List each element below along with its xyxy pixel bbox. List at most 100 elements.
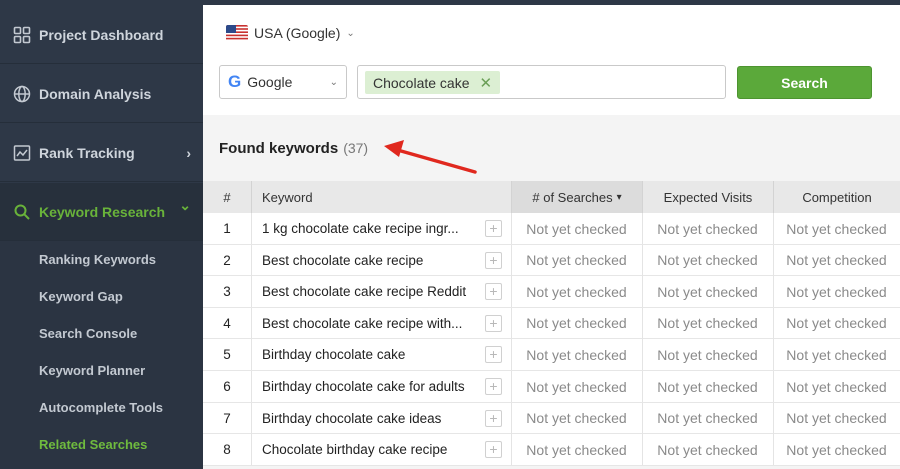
table-row[interactable]: 5 Birthday chocolate cake + Not yet checked… (203, 339, 900, 371)
submenu-autocomplete-tools[interactable]: Autocomplete Tools (39, 400, 163, 415)
nav-label: Rank Tracking (39, 144, 135, 161)
column-header-number[interactable]: # (203, 181, 251, 213)
searches-cell: Not yet checked (526, 220, 627, 237)
column-header-competition[interactable]: Competition (773, 181, 900, 213)
competition-cell: Not yet checked (786, 346, 887, 363)
column-header-keyword[interactable]: Keyword (251, 181, 511, 213)
visits-cell: Not yet checked (657, 378, 758, 395)
submenu-keyword-research: Ranking Keywords Keyword Gap Search Cons… (0, 241, 203, 469)
search-button[interactable]: Search (737, 66, 872, 99)
add-keyword-button[interactable]: + (485, 409, 502, 427)
visits-cell: Not yet checked (657, 283, 758, 300)
row-number: 5 (223, 347, 231, 363)
row-number: 8 (223, 442, 231, 458)
row-number: 1 (223, 221, 231, 236)
nav-project-dashboard[interactable]: Project Dashboard (0, 6, 203, 64)
keyword-cell: Birthday chocolate cake (262, 347, 406, 363)
keyword-input[interactable]: Chocolate cake ✕ (357, 65, 726, 99)
visits-cell: Not yet checked (657, 252, 758, 269)
found-keywords-heading: Found keywords (37) (219, 140, 368, 157)
nav-domain-analysis[interactable]: Domain Analysis (0, 65, 203, 123)
nav-label: Project Dashboard (39, 26, 164, 43)
visits-cell: Not yet checked (657, 441, 758, 458)
column-header-searches[interactable]: # of Searches ▾ (511, 181, 642, 213)
table-header: # Keyword # of Searches ▾ Expected Visit… (203, 181, 900, 213)
column-divider (251, 213, 252, 244)
keyword-cell: Best chocolate cake recipe Reddit (262, 284, 467, 300)
nav-label: Keyword Research (39, 203, 166, 220)
submenu-related-searches[interactable]: Related Searches (39, 437, 147, 452)
submenu-ranking-keywords[interactable]: Ranking Keywords (39, 252, 156, 267)
top-bar (203, 0, 900, 5)
found-keywords-count: (37) (343, 140, 369, 156)
competition-cell: Not yet checked (786, 252, 887, 269)
search-engine-select[interactable]: G Google ⌄ (219, 65, 347, 99)
submenu-search-console[interactable]: Search Console (39, 326, 137, 341)
table-row[interactable]: 4 Best chocolate cake recipe with... + Not … (203, 307, 900, 340)
chevron-down-icon: ⌄ (179, 197, 191, 213)
submenu-keyword-planner[interactable]: Keyword Planner (39, 363, 145, 378)
visits-cell: Not yet checked (657, 410, 758, 427)
visits-cell: Not yet checked (657, 346, 758, 363)
visits-cell: Not yet checked (657, 220, 758, 237)
sort-desc-icon: ▾ (616, 191, 622, 203)
competition-cell: Not yet checked (786, 410, 887, 427)
searches-cell: Not yet checked (526, 410, 627, 427)
engine-label: Google (247, 74, 293, 90)
competition-cell: Not yet checked (786, 441, 887, 458)
search-icon (13, 203, 31, 221)
us-flag-icon (226, 25, 248, 41)
nav-rank-tracking[interactable]: Rank Tracking › (0, 124, 203, 182)
region-label: USA (Google) (254, 25, 341, 41)
chevron-down-icon: ⌄ (346, 27, 355, 39)
row-number: 6 (223, 379, 231, 394)
close-icon[interactable]: ✕ (480, 74, 493, 92)
searches-cell: Not yet checked (526, 283, 627, 300)
annotation-arrow-icon (384, 140, 477, 174)
add-keyword-button[interactable]: + (485, 220, 502, 237)
table-row[interactable]: 7 Birthday chocolate cake ideas + Not yet c… (203, 402, 900, 435)
visits-cell: Not yet checked (657, 315, 758, 332)
column-divider (251, 339, 252, 371)
column-divider (251, 402, 252, 434)
row-number: 4 (223, 315, 231, 331)
column-divider (251, 276, 252, 308)
competition-cell: Not yet checked (786, 378, 887, 395)
row-number: 7 (223, 410, 231, 426)
table-row[interactable]: 6 Birthday chocolate cake for adults + Not … (203, 371, 900, 403)
searches-cell: Not yet checked (526, 252, 627, 269)
table-row[interactable]: 3 Best chocolate cake recipe Reddit + Not y… (203, 276, 900, 308)
sidebar: Project Dashboard Domain Analysis Rank T… (0, 0, 203, 469)
keyword-cell: Best chocolate cake recipe with... (262, 315, 463, 331)
add-keyword-button[interactable]: + (485, 346, 502, 364)
keyword-cell: Chocolate birthday cake recipe (262, 442, 448, 458)
chevron-right-icon: › (186, 144, 191, 161)
competition-cell: Not yet checked (786, 315, 887, 332)
nav-label: Domain Analysis (39, 85, 152, 102)
column-header-expected-visits[interactable]: Expected Visits (642, 181, 773, 213)
add-keyword-button[interactable]: + (485, 251, 502, 269)
google-logo-icon: G (228, 72, 242, 91)
keyword-cell: Best chocolate cake recipe (262, 252, 424, 268)
table-row[interactable]: 2 Best chocolate cake recipe + Not yet chec… (203, 244, 900, 277)
keyword-cell: 1 kg chocolate cake recipe ingr... (262, 221, 459, 236)
table-row[interactable]: 8 Chocolate birthday cake recipe + Not yet … (203, 434, 900, 466)
region-selector[interactable]: USA (Google) ⌄ (226, 25, 355, 41)
submenu-keyword-gap[interactable]: Keyword Gap (39, 289, 123, 304)
column-divider (251, 244, 252, 276)
row-number: 2 (223, 252, 231, 268)
searches-cell: Not yet checked (526, 315, 627, 332)
searches-cell: Not yet checked (526, 378, 627, 395)
searches-cell: Not yet checked (526, 346, 627, 363)
add-keyword-button[interactable]: + (485, 441, 502, 459)
competition-cell: Not yet checked (786, 220, 887, 237)
table-row[interactable]: 1 1 kg chocolate cake recipe ingr... + Not … (203, 213, 900, 245)
nav-keyword-research[interactable]: Keyword Research ⌄ (0, 183, 203, 241)
column-header-searches-label: # of Searches (532, 189, 613, 205)
column-divider (251, 307, 252, 339)
add-keyword-button[interactable]: + (485, 378, 502, 395)
competition-cell: Not yet checked (786, 283, 887, 300)
add-keyword-button[interactable]: + (485, 314, 502, 332)
add-keyword-button[interactable]: + (485, 283, 502, 301)
keyword-cell: Birthday chocolate cake for adults (262, 379, 465, 394)
